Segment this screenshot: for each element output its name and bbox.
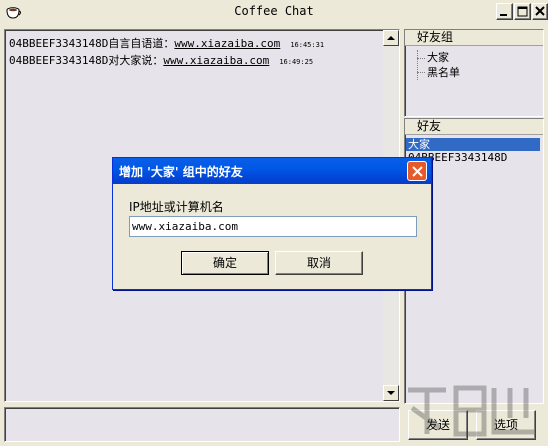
chat-message: 04BBEEF3343148D自言自语道：www.xiazaiba.com 16:… [9,35,324,51]
minimize-button[interactable] [496,3,513,20]
close-button[interactable] [532,3,548,20]
maximize-icon [517,6,528,17]
groups-panel: 好友组 大家 黑名单 [404,29,544,117]
ok-button[interactable]: 确定 [181,251,269,275]
tree-connector [417,72,425,73]
ip-field-label: IP地址或计算机名 [129,200,224,214]
scroll-up-button[interactable] [383,30,399,46]
message-time: 16:49:25 [279,58,314,66]
message-verb: 自言自语道： [108,37,175,50]
message-time: 16:45:31 [290,41,325,49]
cancel-button[interactable]: 取消 [275,251,363,275]
message-input[interactable] [4,407,400,442]
maximize-button[interactable] [514,3,531,20]
chat-message: 04BBEEF3343148D对大家说：www.xiazaiba.com 16:4… [9,52,313,68]
friend-item[interactable]: 大家 [406,138,540,151]
message-link[interactable]: www.xiazaiba.com [163,54,269,67]
dialog-title: 增加 '大家' 组中的好友 [119,165,243,179]
window-title: Coffee Chat [234,4,314,18]
watermark-logo [400,374,546,444]
dialog-close-button[interactable] [407,161,427,181]
message-sender: 04BBEEF3343148D [9,37,109,50]
friends-header: 好友 [405,119,543,135]
scroll-down-button[interactable] [383,385,399,401]
group-item[interactable]: 黑名单 [427,64,460,80]
groups-header: 好友组 [405,30,543,46]
message-link[interactable]: www.xiazaiba.com [174,37,280,50]
message-sender: 04BBEEF3343148D [9,54,109,67]
title-bar[interactable]: Coffee Chat [0,0,548,24]
arrow-up-icon [387,36,395,40]
tree-connector [417,58,425,59]
group-item[interactable]: 大家 [427,49,449,65]
close-icon [412,166,423,177]
tree-connector [417,50,418,80]
dialog-title-bar[interactable]: 增加 '大家' 组中的好友 [113,158,431,184]
arrow-down-icon [387,391,395,395]
main-window: Coffee Chat 04BBEEF3343148D自言自语道：www.xia… [0,0,548,446]
minimize-icon [500,14,507,16]
close-icon [535,6,545,16]
message-verb: 对大家说： [108,54,164,67]
add-friend-dialog: 增加 '大家' 组中的好友 IP地址或计算机名 www.xiazaiba.com… [112,157,432,290]
ip-address-input[interactable]: www.xiazaiba.com [129,216,417,237]
